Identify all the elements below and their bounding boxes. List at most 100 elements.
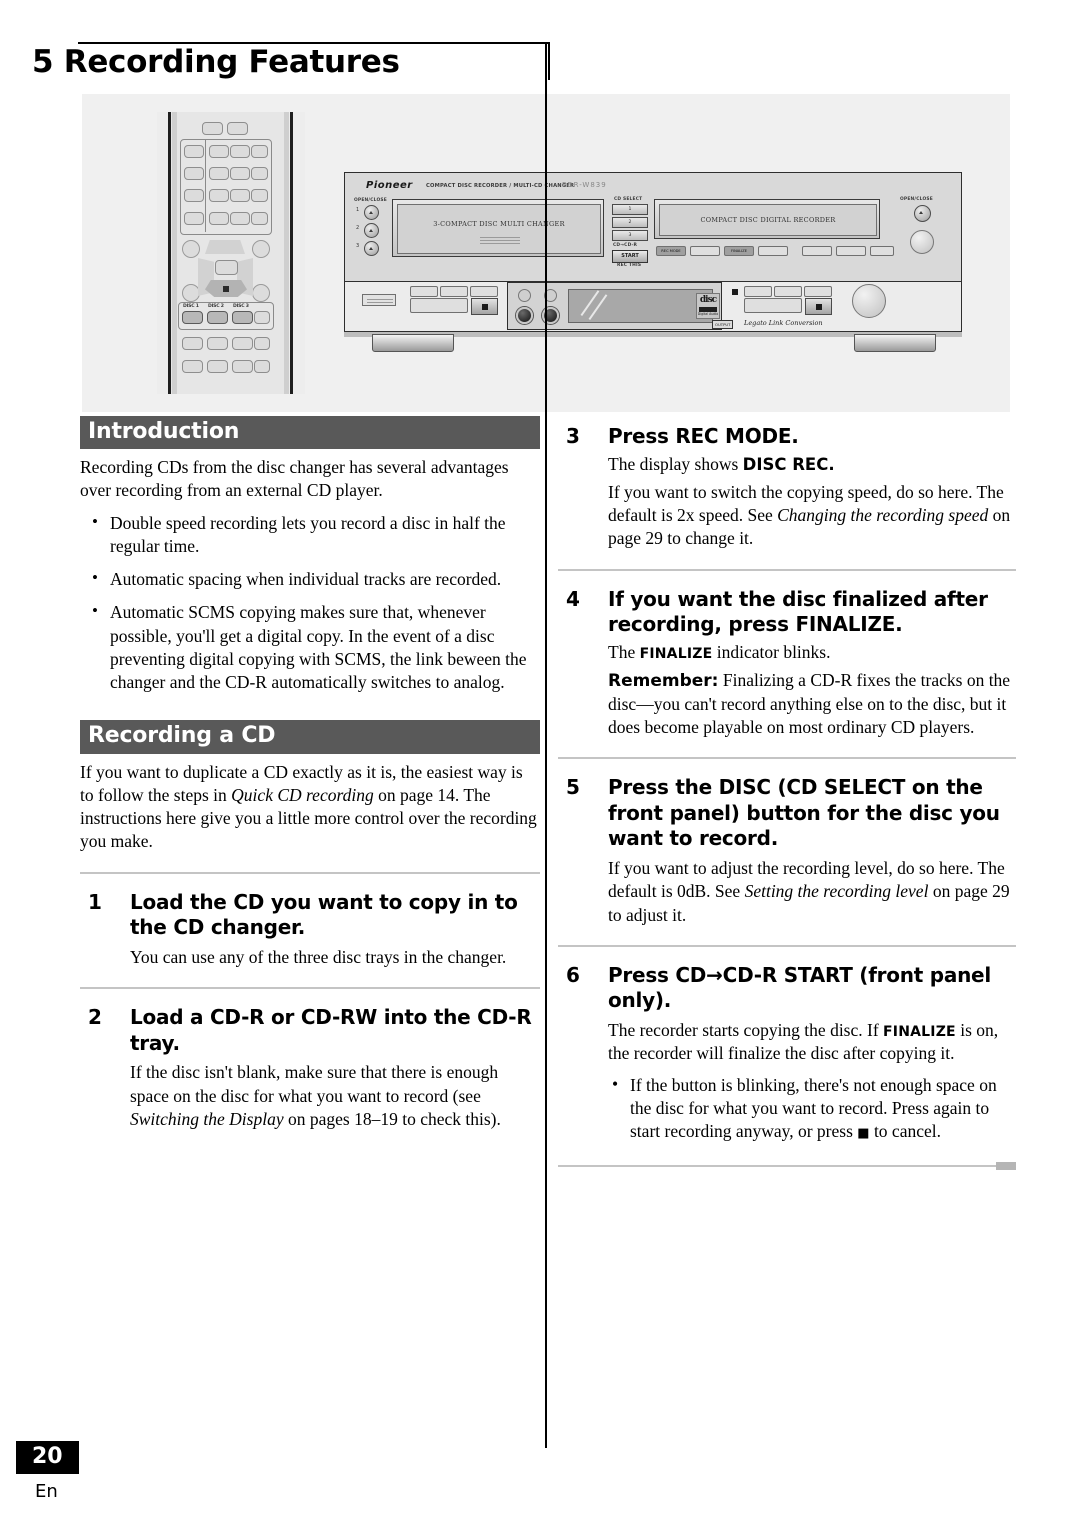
recorder-button[interactable]	[758, 246, 788, 256]
remote-button-standby[interactable]	[227, 122, 248, 135]
recorder-tray-inner: COMPACT DISC DIGITAL RECORDER	[659, 204, 877, 236]
legato-link-label: Legato Link Conversion	[744, 319, 823, 327]
remote-circle-button[interactable]	[182, 284, 200, 302]
remote-disc-extra-button[interactable]	[254, 311, 270, 324]
recorder-button[interactable]	[870, 246, 894, 256]
remote-bottom-btn[interactable]	[207, 337, 228, 350]
remote-keypad-btn[interactable]	[209, 212, 229, 225]
open-close-tray2-button[interactable]	[364, 223, 379, 238]
recorder-button[interactable]	[836, 246, 866, 256]
brand-logo: Pioneer	[366, 180, 413, 191]
remote-keypad-btn[interactable]	[230, 189, 250, 202]
indicator-name-finalize: FINALIZE	[639, 645, 713, 662]
step-4: 4 If you want the disc finalized after r…	[558, 587, 1016, 740]
open-close-tray3-button[interactable]	[364, 241, 379, 256]
step-body-display: The display shows DISC REC.	[608, 453, 1016, 476]
remote-button-power[interactable]	[202, 122, 223, 135]
remote-keypad-btn[interactable]	[209, 145, 229, 158]
remote-bottom-btn[interactable]	[182, 360, 203, 373]
lower-right-button[interactable]	[744, 286, 772, 297]
list-item: If the button is blinking, there's not e…	[608, 1073, 1016, 1144]
list-item: Double speed recording lets you record a…	[80, 511, 540, 559]
tray3-number: 3	[356, 243, 360, 249]
cd-select-2-button[interactable]: 2	[612, 217, 648, 228]
cd-select-1-button[interactable]: 1	[612, 204, 648, 215]
remote-bottom-btn[interactable]	[232, 337, 253, 350]
recording-a-cd-paragraph: If you want to duplicate a CD exactly as…	[80, 761, 540, 854]
lower-button[interactable]	[470, 286, 498, 297]
remote-bottom-btn[interactable]	[207, 360, 228, 373]
output-badge: OUTPUT	[712, 320, 734, 329]
lower-button[interactable]	[440, 286, 468, 297]
display-value-disc-rec: DISC REC.	[742, 454, 835, 474]
rec-mode-button[interactable]: REC MODE	[656, 246, 686, 256]
remote-disc1-button[interactable]	[182, 311, 203, 324]
remote-keypad-btn[interactable]	[209, 189, 229, 202]
remote-right-bevel	[284, 112, 289, 394]
cd-select-label: CD SELECT	[614, 197, 643, 202]
remote-keypad-btn[interactable]	[251, 189, 268, 202]
remote-play-button[interactable]	[215, 260, 238, 275]
remote-keypad-btn[interactable]	[184, 212, 204, 225]
cross-reference-changing-recording-speed: Changing the recording speed	[777, 505, 989, 526]
remote-keypad-btn[interactable]	[251, 167, 268, 180]
remote-keypad-btn[interactable]	[184, 145, 204, 158]
lower-right-wide-button[interactable]	[744, 298, 802, 313]
remote-disc3-label: DISC 3	[233, 304, 249, 309]
step-2: 2 Load a CD-R or CD-RW into the CD-R tra…	[80, 1005, 540, 1131]
lower-button[interactable]	[410, 286, 438, 297]
open-close-recorder-button[interactable]	[914, 205, 931, 222]
divider-rule	[80, 871, 540, 874]
remote-keypad-btn[interactable]	[251, 145, 268, 158]
volume-knob[interactable]	[852, 284, 886, 318]
remote-circle-button[interactable]	[252, 240, 270, 258]
step-body: If you want to adjust the recording leve…	[608, 857, 1016, 927]
remote-keypad-btn[interactable]	[230, 167, 250, 180]
cd-select-3-button[interactable]: 3	[612, 230, 648, 241]
remote-keypad-btn[interactable]	[209, 167, 229, 180]
open-close-tray1-button[interactable]	[364, 205, 379, 220]
remote-keypad-btn[interactable]	[184, 167, 204, 180]
cd-to-cdr-start-button[interactable]: START	[612, 250, 648, 263]
remote-keypad-btn[interactable]	[230, 212, 250, 225]
page-language-code: En	[35, 1481, 58, 1502]
text-before: The display shows	[608, 453, 743, 474]
lower-wide-button[interactable]	[410, 298, 468, 313]
lower-stop-button[interactable]	[471, 298, 498, 315]
recorder-button[interactable]	[690, 246, 720, 256]
remote-keypad-btn[interactable]	[230, 145, 250, 158]
remote-keypad-btn[interactable]	[184, 189, 204, 202]
step-title: Load the CD you want to copy in to the C…	[130, 889, 518, 940]
lower-right-button[interactable]	[774, 286, 802, 297]
section-header-recording-a-cd: Recording a CD	[80, 720, 540, 754]
stop-square-icon: ■	[857, 1126, 870, 1142]
recorder-tray[interactable]: COMPACT DISC DIGITAL RECORDER	[654, 199, 880, 239]
divider-rule	[558, 568, 1016, 571]
remote-circle-button[interactable]	[182, 240, 200, 258]
remote-keypad-btn[interactable]	[251, 212, 268, 225]
lower-right-stop-button[interactable]	[805, 298, 832, 315]
remote-circle-button[interactable]	[252, 284, 270, 302]
remote-disc2-button[interactable]	[207, 311, 228, 324]
remote-bottom-btn[interactable]	[254, 337, 270, 350]
step-title: Press REC MODE.	[608, 424, 799, 448]
step-number: 5	[566, 775, 580, 800]
remote-right-edge	[290, 112, 293, 394]
step-1: 1 Load the CD you want to copy in to the…	[80, 890, 540, 969]
remote-bottom-btn[interactable]	[182, 337, 203, 350]
changer-tray[interactable]: 3-COMPACT DISC MULTI CHANGER	[392, 199, 604, 257]
recorder-button[interactable]	[802, 246, 832, 256]
right-knob[interactable]	[910, 230, 934, 254]
remote-bottom-btn[interactable]	[254, 360, 270, 373]
remote-skip-up-button[interactable]	[205, 240, 245, 254]
headphone-jack[interactable]	[516, 307, 533, 324]
column-divider	[545, 42, 547, 1448]
section-header-introduction: Introduction	[80, 416, 540, 450]
remote-bottom-btn[interactable]	[232, 360, 253, 373]
stereo-unit-illustration: Pioneer COMPACT DISC RECORDER / MULTI-CD…	[344, 172, 962, 352]
finalize-button[interactable]: FINALIZE	[724, 246, 754, 256]
remote-disc3-button[interactable]	[232, 311, 253, 324]
step-body-speed: If you want to switch the copying speed,…	[608, 481, 1016, 551]
lower-right-button[interactable]	[804, 286, 832, 297]
tray-slit	[480, 237, 520, 238]
